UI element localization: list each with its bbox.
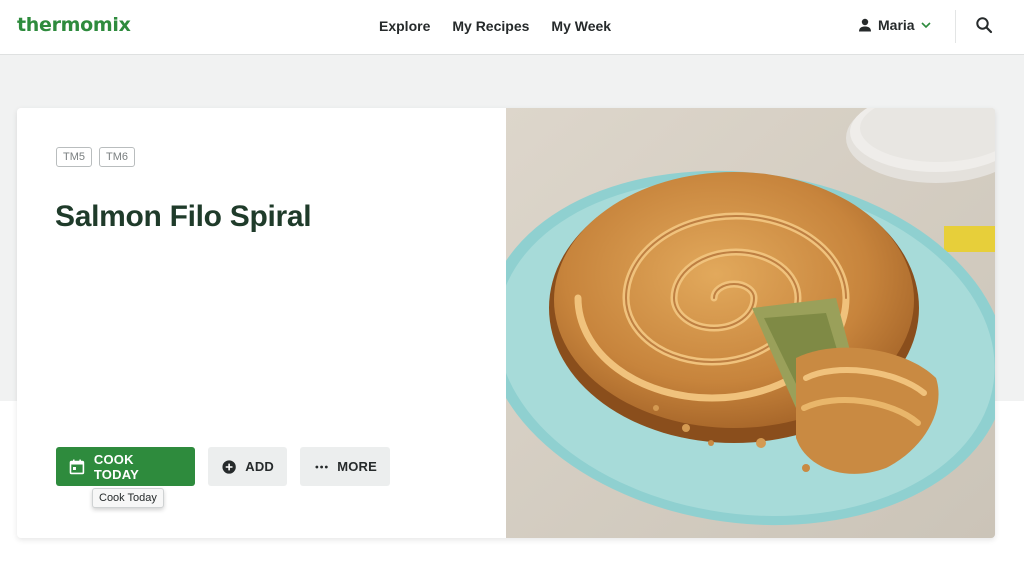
- logo-text: thermomix: [17, 14, 131, 36]
- add-button[interactable]: ADD: [208, 447, 287, 486]
- recipe-card: TM5 TM6 Salmon Filo Spiral COOK TODAY AD…: [17, 108, 995, 538]
- more-label: MORE: [337, 459, 377, 474]
- cook-today-button[interactable]: COOK TODAY: [56, 447, 195, 486]
- more-button[interactable]: MORE: [300, 447, 390, 486]
- main-nav: Explore My Recipes My Week: [368, 17, 622, 35]
- more-dots-icon: [315, 465, 328, 468]
- nav-my-recipes[interactable]: My Recipes: [441, 17, 540, 35]
- tag-tm5: TM5: [56, 147, 92, 167]
- cook-today-label: COOK TODAY: [93, 451, 139, 482]
- user-icon: [859, 18, 871, 32]
- add-label: ADD: [245, 459, 274, 474]
- tag-tm6: TM6: [99, 147, 135, 167]
- search-button[interactable]: [973, 14, 995, 36]
- device-tags: TM5 TM6: [56, 147, 135, 167]
- recipe-actions: COOK TODAY ADD MORE: [56, 447, 390, 486]
- cook-today-tooltip: Cook Today: [92, 488, 164, 508]
- nav-my-week[interactable]: My Week: [540, 17, 622, 35]
- recipe-photo: [485, 108, 995, 538]
- thermomix-logo[interactable]: thermomix: [17, 14, 131, 36]
- chevron-down-icon: [921, 22, 931, 29]
- add-circle-icon: [222, 459, 236, 474]
- top-header: thermomix Explore My Recipes My Week Mar…: [0, 0, 1024, 55]
- recipe-title: Salmon Filo Spiral: [55, 200, 312, 233]
- header-divider: [955, 10, 956, 43]
- nav-explore[interactable]: Explore: [368, 17, 441, 35]
- recipe-photo-illustration: [485, 108, 995, 538]
- search-icon: [976, 17, 993, 34]
- user-menu[interactable]: Maria: [858, 15, 931, 35]
- user-name: Maria: [878, 17, 915, 33]
- calendar-icon: [69, 459, 85, 474]
